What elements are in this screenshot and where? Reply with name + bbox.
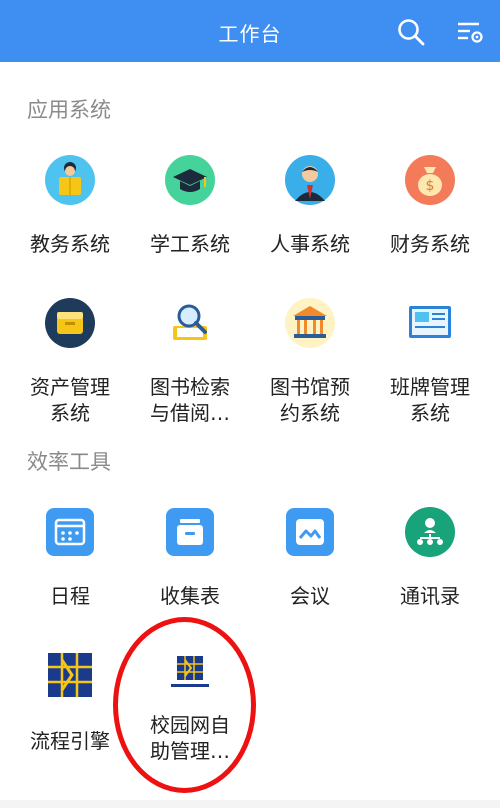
storage-box-icon	[45, 298, 95, 348]
svg-text:$: $	[426, 178, 435, 194]
app-label: 资产管理 系统	[30, 375, 110, 425]
bottom-divider	[0, 800, 500, 808]
library-building-icon	[285, 298, 335, 348]
campus-network-logo-icon	[171, 656, 209, 687]
meeting-icon	[286, 508, 334, 556]
list-settings-icon[interactable]	[455, 17, 485, 47]
app-label: 班牌管理 系统	[390, 375, 470, 425]
app-label: 通讯录	[400, 584, 460, 608]
search-icon[interactable]	[396, 17, 426, 47]
app-label: 会议	[290, 584, 330, 608]
app-label: 学工系统	[150, 232, 230, 256]
class-board-icon	[409, 306, 451, 338]
form-stack-icon	[166, 508, 214, 556]
top-bar: 工作台	[0, 0, 500, 62]
section-title-tools: 效率工具	[27, 450, 111, 474]
magnifier-book-icon	[173, 304, 207, 340]
app-label: 财务系统	[390, 232, 470, 256]
org-chart-icon	[405, 507, 455, 557]
app-label: 人事系统	[270, 232, 350, 256]
highlight-circle	[113, 617, 256, 793]
app-label: 收集表	[160, 584, 220, 608]
graduation-cap-icon	[165, 155, 215, 205]
flow-engine-logo-icon	[48, 653, 92, 697]
app-label: 图书馆预 约系统	[270, 375, 350, 425]
businessman-icon	[285, 155, 335, 205]
section-title-apps: 应用系统	[27, 98, 111, 122]
money-bag-icon: $	[405, 155, 455, 205]
app-label: 流程引擎	[30, 729, 110, 753]
app-label: 图书检索 与借阅…	[150, 375, 230, 425]
student-reading-icon	[45, 155, 95, 205]
app-label: 教务系统	[30, 232, 110, 256]
app-label: 校园网自 助管理…	[150, 713, 230, 763]
app-label: 日程	[50, 584, 90, 608]
calendar-icon	[46, 508, 94, 556]
